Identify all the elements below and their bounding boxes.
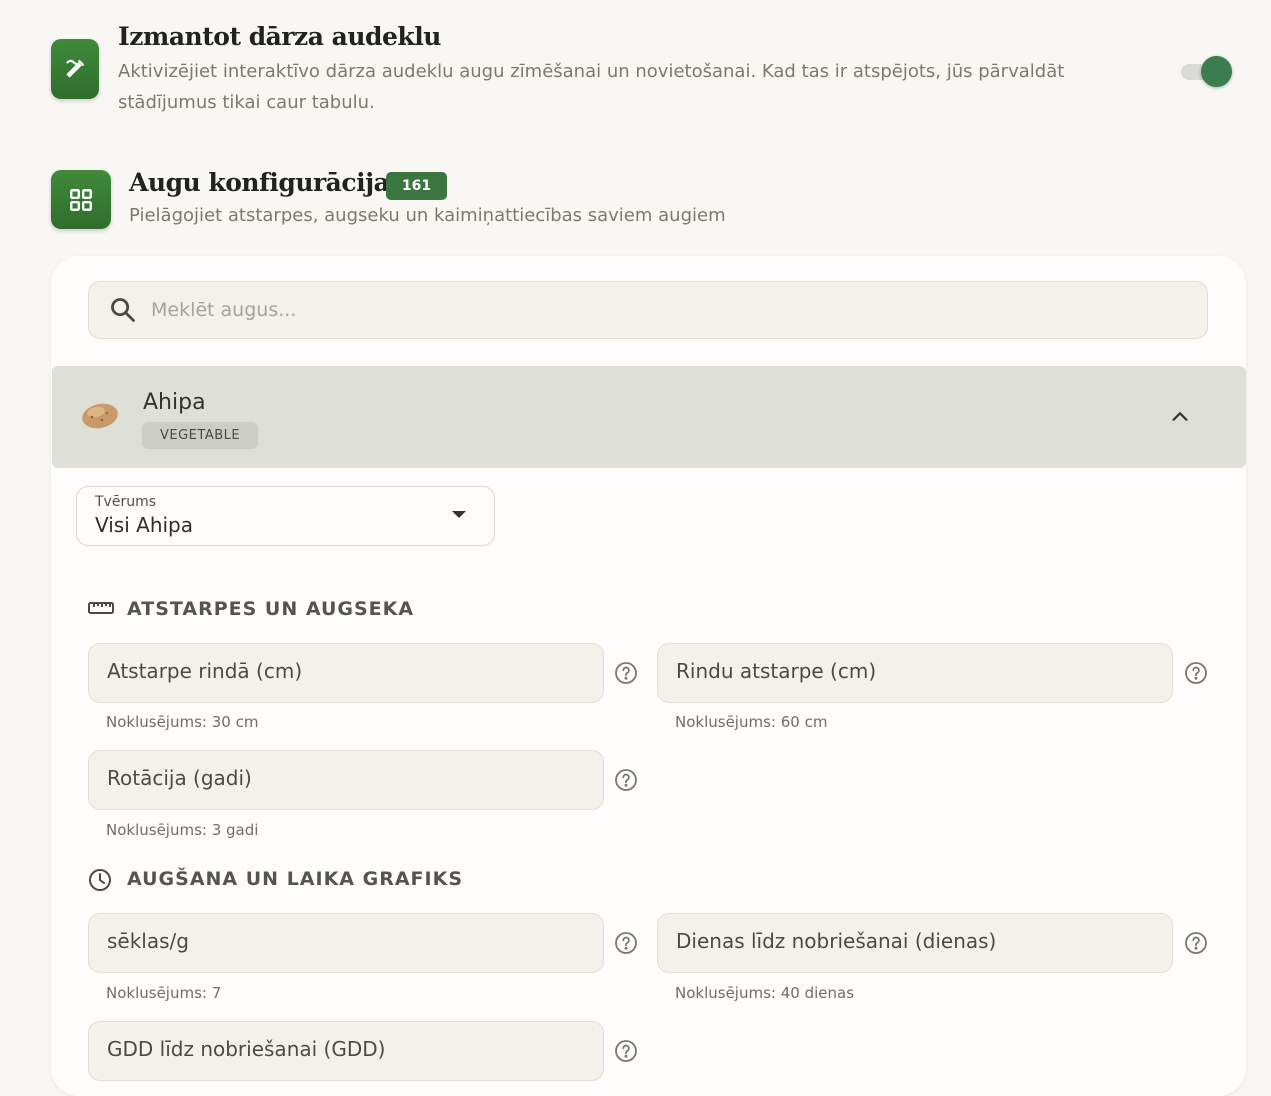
in-row-spacing-hint: Noklusējums: 30 cm [106, 713, 259, 731]
plant-config-card: Meklēt augus... Ahipa VEGETABLE Tvērums … [51, 256, 1246, 1096]
plant-row-ahipa[interactable]: Ahipa VEGETABLE [52, 366, 1246, 468]
toggle-knob [1201, 56, 1232, 87]
help-icon[interactable] [614, 768, 638, 792]
plant-search-input[interactable]: Meklēt augus... [88, 281, 1208, 339]
draw-icon [51, 39, 99, 99]
canvas-description: Aktivizējiet interaktīvo dārza audeklu a… [118, 61, 1065, 113]
canvas-title: Izmantot dārza audeklu [118, 22, 441, 51]
plant-name: Ahipa [143, 390, 206, 415]
ruler-icon [88, 602, 114, 614]
row-spacing-hint: Noklusējums: 60 cm [675, 713, 828, 731]
days-to-maturity-hint: Noklusējums: 40 dienas [675, 984, 855, 1002]
days-to-maturity-field[interactable]: Dienas līdz nobriešanai (dienas) [657, 913, 1173, 973]
search-icon [111, 298, 135, 322]
search-placeholder: Meklēt augus... [151, 299, 297, 321]
help-icon[interactable] [1184, 931, 1208, 955]
root-vegetable-icon [82, 403, 118, 429]
rotation-field[interactable]: Rotācija (gadi) [88, 750, 604, 810]
canvas-toggle[interactable] [1181, 56, 1233, 87]
plant-type-chip: VEGETABLE [142, 422, 259, 449]
plant-count-badge: 161 [386, 172, 447, 200]
plant-config-title: Augu konfigurācija [129, 168, 390, 197]
help-icon[interactable] [614, 931, 638, 955]
help-icon[interactable] [614, 1039, 638, 1063]
scope-label: Tvērums [95, 494, 157, 510]
seeds-per-gram-hint: Noklusējums: 7 [106, 984, 222, 1002]
scope-value: Visi Ahipa [95, 513, 193, 537]
seeds-per-gram-field[interactable]: sēklas/g [88, 913, 604, 973]
help-icon[interactable] [1184, 661, 1208, 685]
grid-icon [51, 170, 111, 229]
rotation-hint: Noklusējums: 3 gadi [106, 821, 259, 839]
clock-icon [89, 869, 111, 891]
plant-config-description: Pielāgojiet atstarpes, augseku un kaimiņ… [129, 205, 726, 226]
row-spacing-field[interactable]: Rindu atstarpe (cm) [657, 643, 1173, 703]
gdd-to-maturity-field[interactable]: GDD līdz nobriešanai (GDD) [88, 1021, 604, 1081]
chevron-up-icon[interactable] [1169, 406, 1191, 428]
scope-select[interactable]: Tvērums Visi Ahipa [76, 486, 495, 546]
in-row-spacing-field[interactable]: Atstarpe rindā (cm) [88, 643, 604, 703]
dropdown-arrow-icon [452, 511, 466, 518]
help-icon[interactable] [614, 661, 638, 685]
